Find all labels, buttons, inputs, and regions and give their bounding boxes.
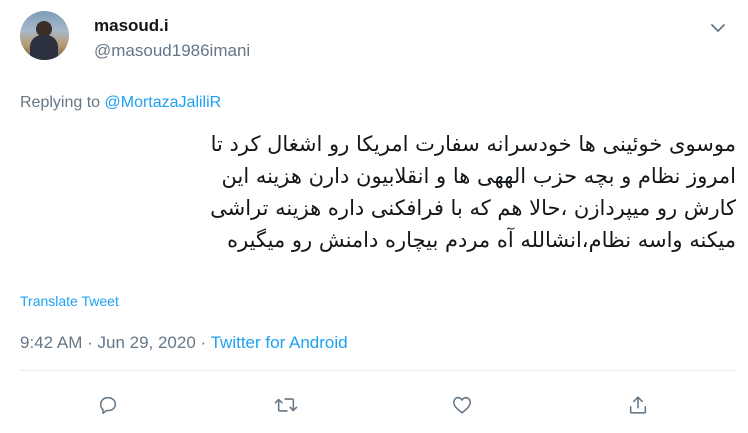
replying-prefix: Replying to	[20, 94, 105, 111]
retweet-button[interactable]	[266, 385, 306, 425]
display-name[interactable]: masoud.i	[94, 16, 169, 36]
reply-icon	[97, 394, 119, 416]
tweet-line: کارش رو میپردازن ،حالا هم که با فرافکنی …	[210, 196, 736, 220]
like-button[interactable]	[442, 385, 482, 425]
tweet-line: امروز نظام و بچه حزب الههی ها و انقلابیو…	[221, 164, 737, 188]
tweet-time[interactable]: 9:42 AM	[20, 333, 82, 352]
tweet-date[interactable]: Jun 29, 2020	[97, 333, 195, 352]
translate-tweet-link[interactable]: Translate Tweet	[20, 293, 119, 309]
tweet-line: موسوی خوئینی ها خودسرانه سفارت امریکا رو…	[210, 132, 736, 156]
more-button[interactable]	[704, 14, 732, 42]
replying-to-link[interactable]: @MortazaJaliliR	[105, 94, 222, 111]
avatar-body	[30, 35, 58, 60]
user-handle[interactable]: @masoud1986imani	[94, 41, 250, 61]
chevron-down-icon	[710, 23, 726, 33]
tweet-text: موسوی خوئینی ها خودسرانه سفارت امریکا رو…	[40, 128, 736, 256]
reply-button[interactable]	[88, 385, 128, 425]
tweet-line: میکنه واسه نظام،انشالله آه مردم بیچاره د…	[227, 228, 736, 252]
tweet-source-link[interactable]: Twitter for Android	[211, 333, 348, 352]
tweet-meta: 9:42 AM · Jun 29, 2020 · Twitter for And…	[20, 333, 348, 353]
share-icon	[627, 394, 649, 416]
like-icon	[451, 394, 473, 416]
share-button[interactable]	[618, 385, 658, 425]
avatar[interactable]	[20, 11, 69, 60]
divider	[20, 370, 736, 371]
action-bar	[0, 385, 748, 425]
meta-separator: ·	[82, 333, 98, 352]
retweet-icon	[274, 394, 298, 416]
meta-separator: ·	[195, 333, 211, 352]
replying-to: Replying to @MortazaJaliliR	[20, 94, 221, 112]
